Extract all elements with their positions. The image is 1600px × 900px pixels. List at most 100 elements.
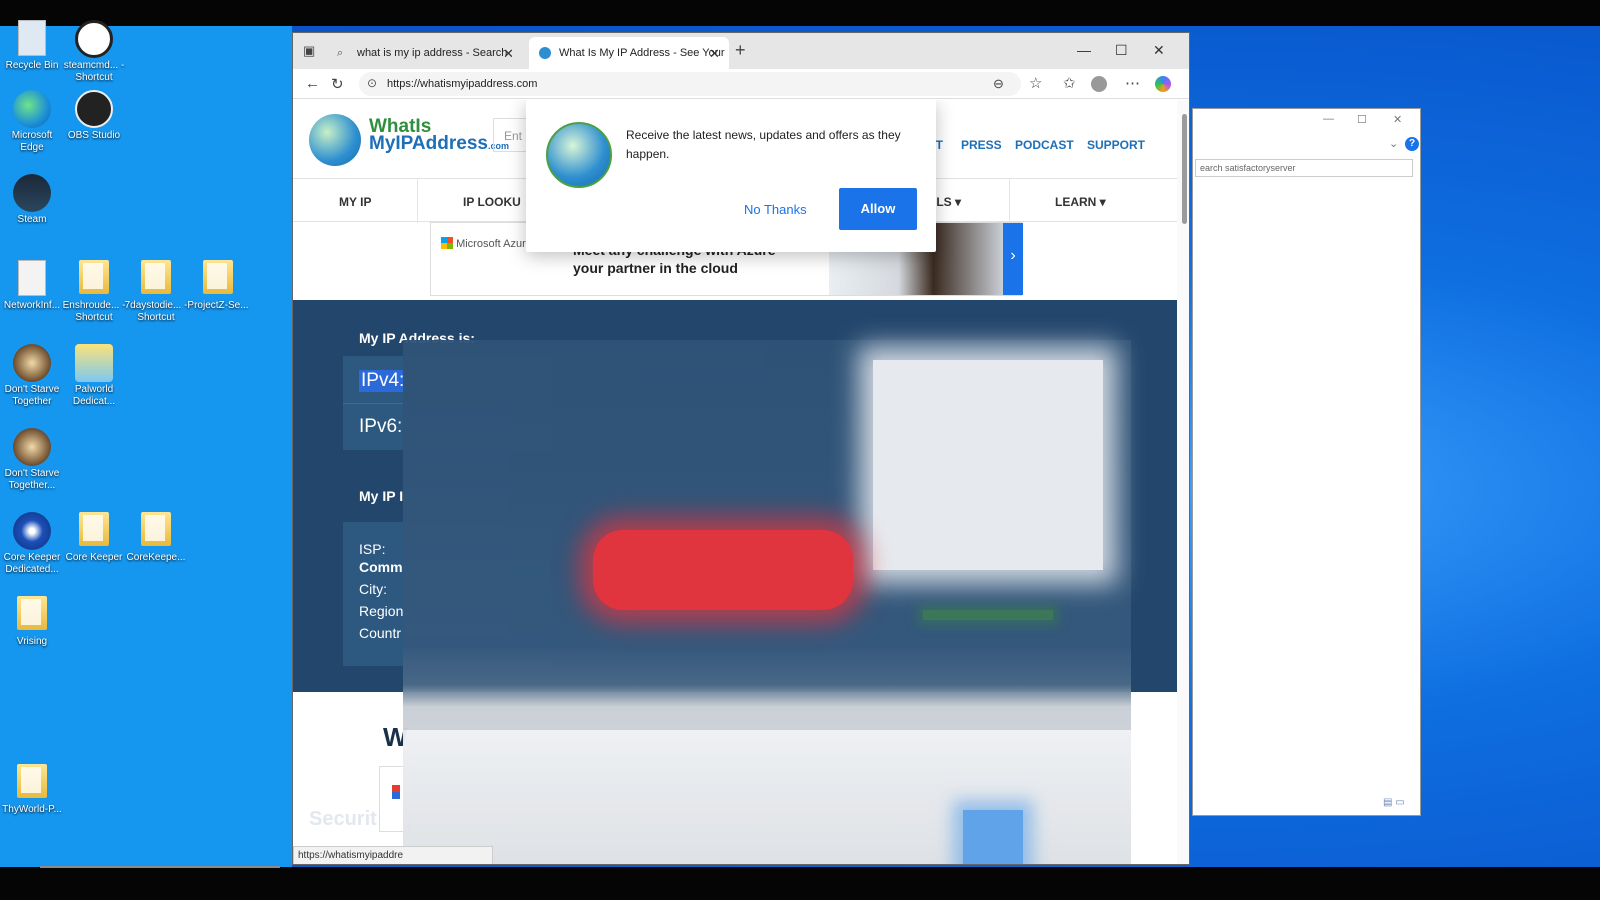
- lock-icon: ⊙: [367, 76, 378, 90]
- folder-icon: [75, 260, 113, 298]
- reader-icon[interactable]: ⊖: [993, 76, 1004, 92]
- nav-ip-lookup[interactable]: IP LOOKU: [463, 195, 521, 209]
- document-icon: [13, 260, 51, 298]
- ip-info-heading: My IP I: [359, 488, 404, 504]
- ipv6-label[interactable]: IPv6:: [359, 416, 402, 438]
- letterbox-top: [0, 0, 1600, 26]
- steam-icon: [75, 20, 113, 58]
- dont-starve-icon: [13, 344, 51, 382]
- minimize-icon[interactable]: —: [1323, 113, 1334, 125]
- more-icon[interactable]: ⋯: [1125, 74, 1140, 92]
- maximize-icon[interactable]: ☐: [1115, 42, 1128, 59]
- tab-search[interactable]: ⌕ what is my ip address - Search ✕: [327, 37, 519, 69]
- nav-divider: [417, 179, 418, 223]
- core-keeper-icon: [13, 512, 51, 550]
- folder-icon: [137, 512, 175, 550]
- desktop-icon-core-keeper[interactable]: Core Keeper: [62, 512, 126, 564]
- minimize-icon[interactable]: —: [1077, 42, 1091, 58]
- security-label: Securit: [309, 808, 377, 830]
- copilot-icon[interactable]: [1155, 76, 1171, 92]
- view-toggle-icon[interactable]: ▤ ▭: [1383, 797, 1405, 808]
- nav-my-ip[interactable]: MY IP: [339, 195, 371, 209]
- palworld-icon: [75, 344, 113, 382]
- scrollbar-thumb[interactable]: [1182, 114, 1187, 224]
- folder-icon: [75, 512, 113, 550]
- close-tab-icon[interactable]: ✕: [503, 46, 514, 62]
- ipv4-label[interactable]: IPv4:: [359, 370, 407, 392]
- edge-icon: [13, 90, 51, 128]
- close-icon[interactable]: ✕: [1393, 113, 1402, 126]
- profile-avatar-icon[interactable]: [1091, 76, 1107, 92]
- tab-actions-icon[interactable]: ▣: [303, 43, 315, 59]
- microsoft-logo-icon: [441, 237, 453, 249]
- folder-icon: [13, 764, 51, 802]
- ad-next-icon[interactable]: ›: [1003, 223, 1023, 295]
- desktop-icon-recycle-bin[interactable]: Recycle Bin: [0, 20, 64, 72]
- blurred-button: [593, 530, 853, 610]
- window-controls: — ☐ ✕: [1059, 33, 1189, 69]
- steam-icon: [13, 174, 51, 212]
- blurred-link: [923, 610, 1053, 620]
- url-input[interactable]: ⊙ https://whatismyipaddress.com: [359, 72, 1021, 96]
- nav-learn[interactable]: LEARN ▾: [1055, 195, 1106, 209]
- ad-brand: Microsoft Azure: [441, 235, 532, 250]
- close-tab-icon[interactable]: ✕: [709, 46, 720, 62]
- letterbox-bottom: [0, 867, 1600, 900]
- maximize-icon[interactable]: ☐: [1357, 113, 1367, 126]
- desktop-icon-edge[interactable]: Microsoft Edge: [0, 90, 64, 154]
- folder-icon: [137, 260, 175, 298]
- taskbar-indicator: [40, 866, 280, 868]
- tab-bar: ▣ ⌕ what is my ip address - Search ✕ Wha…: [293, 33, 1189, 69]
- folder-icon: [13, 596, 51, 634]
- blurred-overlay: [403, 340, 1131, 864]
- desktop-icon-corekeepe[interactable]: CoreKeepe...: [124, 512, 188, 564]
- chevron-down-icon[interactable]: ⌄: [1389, 137, 1398, 150]
- desktop-icon-projectz[interactable]: ProjectZ-Se...: [186, 260, 250, 312]
- allow-button[interactable]: Allow: [839, 188, 917, 230]
- blurred-image: [963, 810, 1023, 864]
- nav-divider: [1009, 179, 1010, 223]
- prompt-message: Receive the latest news, updates and off…: [626, 128, 901, 161]
- desktop-icon-7daystodie[interactable]: 7daystodie... - Shortcut: [124, 260, 188, 324]
- globe-icon: [546, 122, 612, 188]
- back-icon[interactable]: ←: [305, 75, 320, 92]
- search-input[interactable]: earch satisfactoryserver: [1195, 159, 1413, 177]
- recycle-bin-icon: [13, 20, 51, 58]
- desktop-icon-dont-starve-2[interactable]: Don't Starve Together...: [0, 428, 64, 492]
- card-logo-icon: [392, 785, 400, 799]
- site-logo[interactable]: WhatIs MyIPAddress.com: [369, 117, 509, 155]
- desktop-icon-enshrouded[interactable]: Enshroude... - Shortcut: [62, 260, 126, 324]
- desktop-icon-thyworld[interactable]: ThyWorld-P...: [0, 764, 64, 816]
- close-icon[interactable]: ✕: [1153, 42, 1165, 59]
- refresh-icon[interactable]: ↻: [331, 75, 344, 93]
- screen: Recycle Bin steamcmd... - Shortcut Micro…: [0, 0, 1600, 900]
- desktop-icon-palworld[interactable]: Palworld Dedicat...: [62, 344, 126, 408]
- address-bar: ← ↻ ⊙ https://whatismyipaddress.com ⊖ ☆ …: [293, 69, 1189, 99]
- globe-icon: [539, 47, 551, 59]
- desktop-icon-core-keeper-dedicated[interactable]: Core Keeper Dedicated...: [0, 512, 64, 576]
- page-viewport: WhatIs MyIPAddress.com Ent UT PRESS PODC…: [293, 100, 1177, 864]
- tab-whatismyip[interactable]: What Is My IP Address - See Your ✕: [529, 37, 729, 69]
- folder-icon: [199, 260, 237, 298]
- explorer-window: — ☐ ✕ ⌄ ? earch satisfactoryserver ▤ ▭: [1192, 108, 1421, 816]
- desktop-icon-obs[interactable]: OBS Studio: [62, 90, 126, 142]
- notification-prompt: Receive the latest news, updates and off…: [526, 100, 936, 252]
- favorites-icon[interactable]: ✩: [1063, 74, 1076, 92]
- desktop-icon-steamcmd[interactable]: steamcmd... - Shortcut: [62, 20, 126, 84]
- logo-globe-icon[interactable]: [309, 114, 361, 166]
- favorite-star-icon[interactable]: ☆: [1029, 74, 1042, 92]
- no-thanks-button[interactable]: No Thanks: [744, 202, 807, 217]
- scrollbar[interactable]: [1177, 100, 1189, 864]
- link-press[interactable]: PRESS: [961, 138, 1002, 152]
- blurred-map: [873, 360, 1103, 570]
- desktop-icon-networkinf[interactable]: NetworkInf...: [0, 260, 64, 312]
- link-support[interactable]: SUPPORT: [1087, 138, 1145, 152]
- desktop-icon-steam[interactable]: Steam: [0, 174, 64, 226]
- help-icon[interactable]: ?: [1405, 137, 1419, 151]
- obs-icon: [75, 90, 113, 128]
- desktop-icon-dont-starve[interactable]: Don't Starve Together: [0, 344, 64, 408]
- new-tab-icon[interactable]: +: [735, 40, 746, 61]
- desktop-icon-vrising[interactable]: Vrising: [0, 596, 64, 648]
- dont-starve-icon: [13, 428, 51, 466]
- link-podcast[interactable]: PODCAST: [1015, 138, 1074, 152]
